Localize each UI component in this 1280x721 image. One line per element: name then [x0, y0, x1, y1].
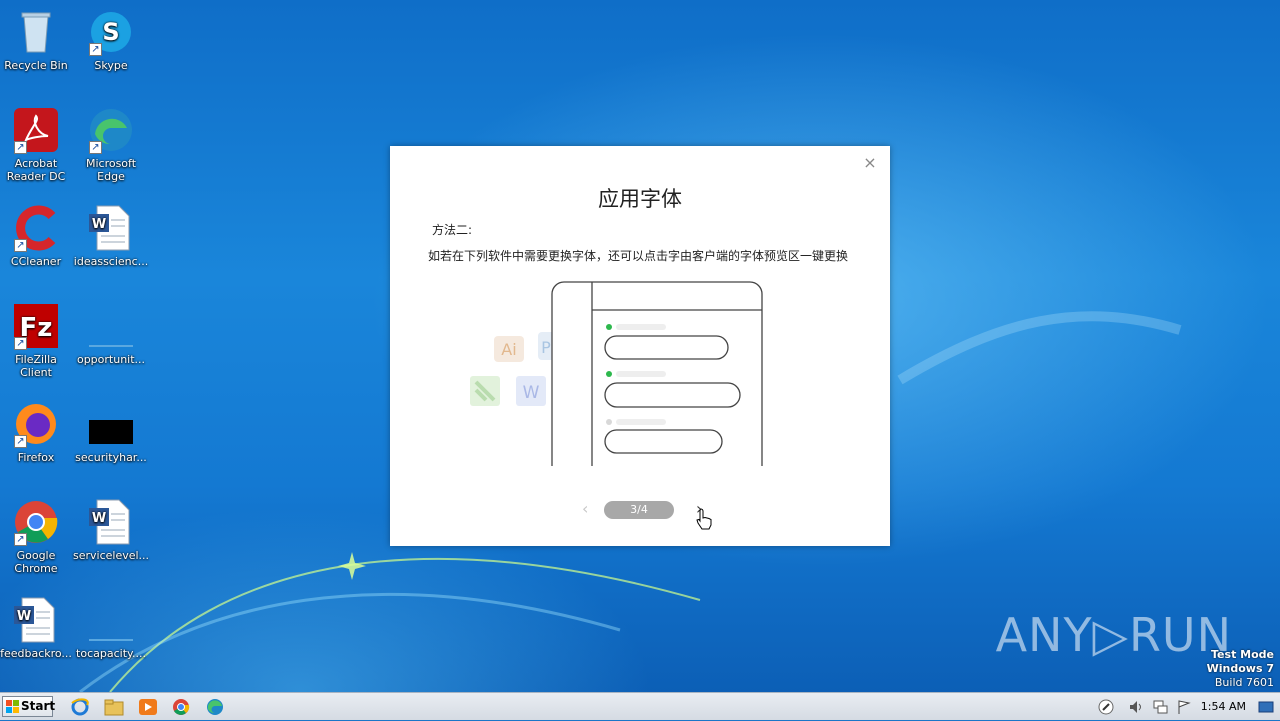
- desktop-icon-acrobat[interactable]: ↗ Acrobat Reader DC: [0, 106, 74, 183]
- desktop-icon-label: feedbackro...: [0, 647, 72, 660]
- chrome-icon[interactable]: [170, 697, 192, 717]
- shortcut-arrow-icon: ↗: [89, 43, 102, 56]
- svg-text:W: W: [17, 609, 31, 624]
- hand-cursor-icon: [696, 508, 712, 530]
- clock[interactable]: 1:54 AM: [1201, 700, 1246, 713]
- desktop-icon-label: Recycle Bin: [4, 59, 68, 72]
- ccleaner-icon: ↗: [12, 204, 60, 252]
- svg-text:W: W: [92, 511, 106, 526]
- recycle-bin-icon: [12, 8, 60, 56]
- edge-icon[interactable]: [204, 697, 226, 717]
- desktop-icon-label: servicelevel...: [73, 549, 150, 562]
- previous-page-button[interactable]: ‹: [582, 500, 588, 518]
- shortcut-arrow-icon: ↗: [14, 533, 27, 546]
- anyrun-watermark: ANY▷RUN: [995, 608, 1232, 662]
- media-player-icon[interactable]: [137, 697, 159, 717]
- desktop-icon-servicelevel[interactable]: W servicelevel...: [73, 498, 149, 562]
- test-mode-line: Test Mode: [1211, 648, 1274, 661]
- p-app-label: P: [541, 338, 551, 357]
- desktop-icon-label: CCleaner: [10, 255, 62, 268]
- method-label: 方法二:: [432, 223, 473, 237]
- black-file-icon: [87, 400, 135, 448]
- dialog-title: 应用字体: [598, 187, 682, 211]
- desktop-icon-feedbackro[interactable]: W feedbackro...: [0, 596, 74, 660]
- desktop-icon-chrome[interactable]: ↗ Google Chrome: [0, 498, 74, 575]
- desktop-icon-firefox[interactable]: ↗ Firefox: [0, 400, 74, 464]
- file-explorer-icon[interactable]: [103, 697, 125, 717]
- desktop-icon-label: opportunit...: [76, 353, 146, 366]
- start-label: Start: [21, 699, 56, 713]
- close-icon[interactable]: ×: [862, 155, 878, 171]
- taskbar: Start 1:54 AM: [0, 692, 1280, 720]
- edge-icon: ↗: [87, 106, 135, 154]
- blank-file-icon: [87, 302, 135, 350]
- svg-text:S: S: [102, 18, 119, 46]
- desktop-icon-label: Microsoft Edge: [85, 157, 137, 183]
- firefox-icon: ↗: [12, 400, 60, 448]
- test-mode-notice: Test Mode Windows 7 Build 7601: [1207, 648, 1274, 690]
- desktop-icon-securityhar[interactable]: securityhar...: [73, 400, 149, 464]
- desktop-icon-label: securityhar...: [75, 451, 147, 464]
- desktop-icon-label: FileZilla Client: [15, 353, 57, 379]
- word-doc-icon: W: [87, 204, 135, 252]
- word-doc-icon: W: [12, 596, 60, 644]
- desktop-icon-ideasscienc[interactable]: W ideasscienc...: [73, 204, 149, 268]
- start-button[interactable]: Start: [2, 696, 56, 717]
- shortcut-arrow-icon: ↗: [89, 141, 102, 154]
- flag-notification-icon[interactable]: [1176, 699, 1192, 715]
- desktop-icon-label: tocapacity....: [76, 647, 146, 660]
- ai-app-label: Ai: [501, 340, 516, 359]
- show-desktop-icon[interactable]: [1258, 699, 1274, 715]
- windows-flag-icon: [6, 700, 19, 713]
- chrome-icon: ↗: [12, 498, 60, 546]
- action-center-icon[interactable]: [1098, 699, 1114, 715]
- w-app-label: W: [523, 383, 540, 403]
- internet-explorer-icon[interactable]: [69, 697, 91, 717]
- build-line: Build 7601: [1214, 676, 1274, 689]
- shortcut-arrow-icon: ↗: [14, 337, 27, 350]
- word-doc-icon: W: [87, 498, 135, 546]
- windows-version-line: Windows 7: [1206, 662, 1274, 675]
- desktop: Recycle Bin S ↗ Skype ↗ Acrobat Reader D…: [0, 0, 1280, 692]
- shortcut-arrow-icon: ↗: [14, 239, 27, 252]
- desktop-icon-label: Acrobat Reader DC: [6, 157, 66, 183]
- desktop-icon-label: Google Chrome: [14, 549, 58, 575]
- shortcut-arrow-icon: ↗: [14, 435, 27, 448]
- desktop-icon-filezilla[interactable]: Fz ↗ FileZilla Client: [0, 302, 74, 379]
- desktop-icon-opportunit[interactable]: opportunit...: [73, 302, 149, 366]
- page-indicator: 3/4: [604, 501, 674, 519]
- apply-font-dialog: × 应用字体 方法二: 如若在下列软件中需要更换字体，还可以点击字由客户端的字体…: [390, 146, 890, 546]
- method-description: 如若在下列软件中需要更换字体，还可以点击字由客户端的字体预览区一键更换: [428, 249, 849, 263]
- desktop-icon-skype[interactable]: S ↗ Skype: [73, 8, 149, 72]
- network-icon[interactable]: [1152, 699, 1168, 715]
- skype-icon: S ↗: [87, 8, 135, 56]
- desktop-icon-edge[interactable]: ↗ Microsoft Edge: [73, 106, 149, 183]
- desktop-icon-label: Skype: [94, 59, 128, 72]
- filezilla-icon: Fz ↗: [12, 302, 60, 350]
- desktop-icon-label: Firefox: [17, 451, 55, 464]
- blank-file-icon: [87, 596, 135, 644]
- volume-icon[interactable]: [1128, 699, 1144, 715]
- acrobat-icon: ↗: [12, 106, 60, 154]
- desktop-icon-ccleaner[interactable]: ↗ CCleaner: [0, 204, 74, 268]
- desktop-icon-recycle-bin[interactable]: Recycle Bin: [0, 8, 74, 72]
- shortcut-arrow-icon: ↗: [14, 141, 27, 154]
- desktop-icon-tocapacity[interactable]: tocapacity....: [73, 596, 149, 660]
- svg-text:W: W: [92, 217, 106, 232]
- system-tray: 1:54 AM: [1090, 693, 1280, 720]
- font-preview-illustration: Ai P W: [470, 281, 763, 466]
- desktop-icon-label: ideasscienc...: [73, 255, 149, 268]
